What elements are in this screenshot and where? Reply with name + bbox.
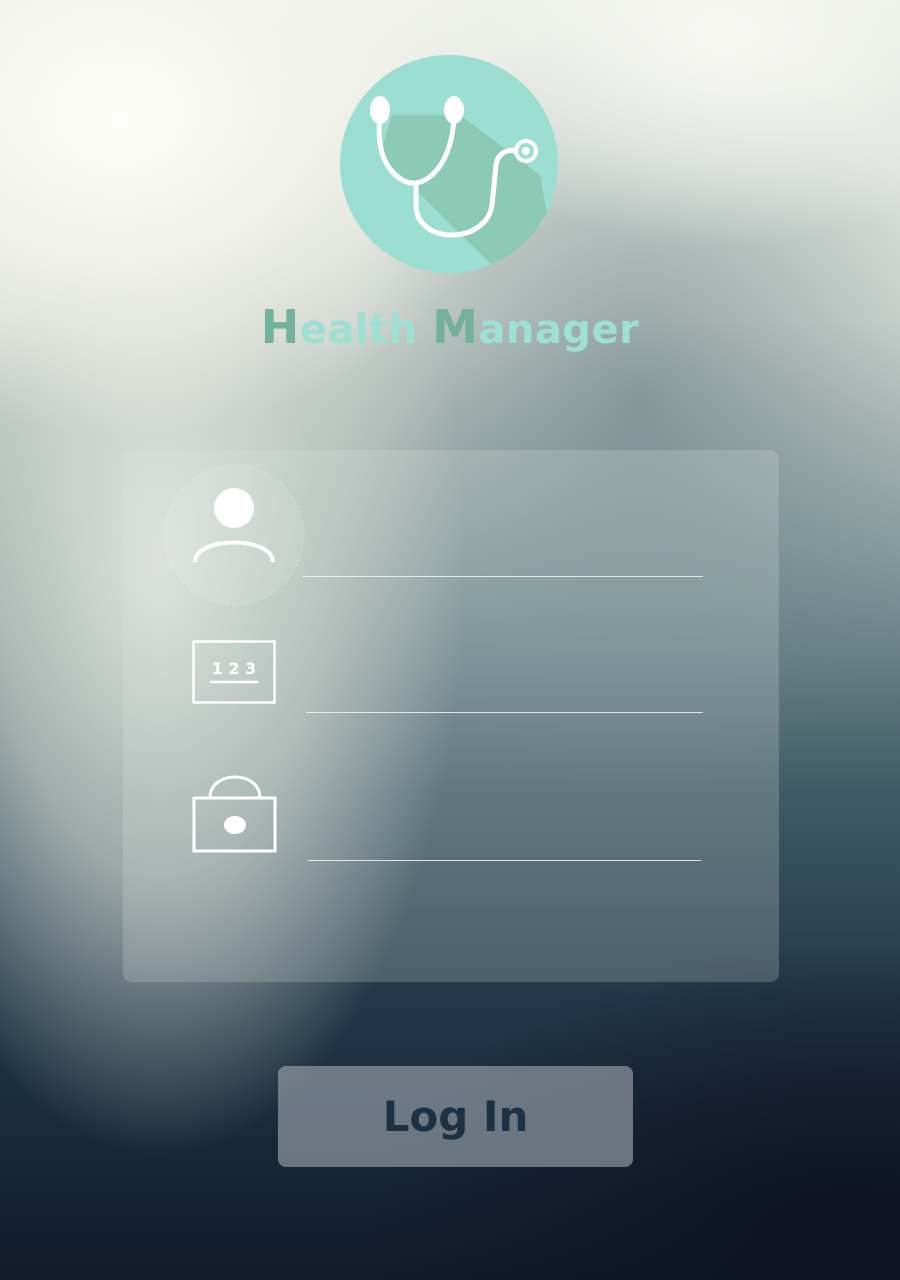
app-title: Health Manager — [0, 300, 900, 354]
app-logo — [340, 55, 558, 273]
login-card: 1 2 3 — [123, 450, 779, 982]
username-underline — [303, 576, 703, 577]
password-underline — [308, 860, 701, 861]
user-icon — [161, 464, 307, 606]
app-title-initial-h: H — [260, 300, 300, 354]
lock-icon — [192, 772, 278, 854]
login-button[interactable]: Log In — [278, 1066, 633, 1167]
id-badge-text: 1 2 3 — [211, 659, 257, 678]
id-number-underline — [306, 712, 703, 713]
login-button-label: Log In — [382, 1092, 529, 1141]
username-input[interactable] — [305, 520, 707, 574]
stethoscope-icon — [340, 55, 558, 273]
password-input[interactable] — [309, 805, 705, 859]
id-number-icon: 1 2 3 — [192, 640, 276, 704]
id-number-input[interactable] — [307, 658, 707, 712]
app-title-word-ealth: ealth — [299, 307, 433, 353]
app-title-word-anager: anager — [478, 307, 640, 353]
app-title-initial-m: M — [432, 300, 479, 354]
